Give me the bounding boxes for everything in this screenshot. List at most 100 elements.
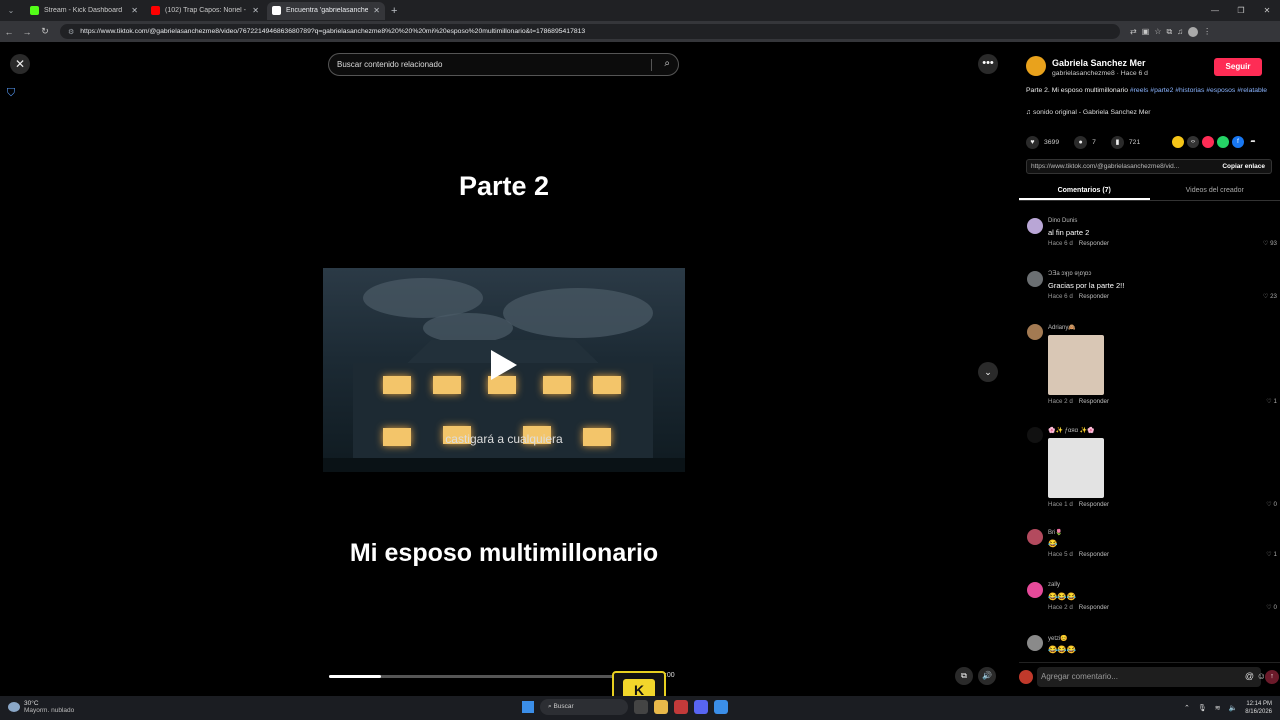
comment-username[interactable]: Bri🌷 [1048,529,1063,536]
music-link[interactable]: ♫ sonido original - Gabriela Sanchez Mer [1026,109,1151,116]
hashtag[interactable]: #relatable [1237,87,1267,94]
site-info-icon[interactable]: ⚙ [68,28,74,36]
coin-icon[interactable] [1172,136,1184,148]
comment-avatar[interactable] [1027,529,1043,545]
windows-start-icon[interactable] [522,701,534,713]
facebook-icon[interactable]: f [1232,136,1244,148]
shield-extension-icon[interactable]: ⛉ [4,87,18,101]
next-video-button[interactable]: ⌄ [978,362,998,382]
comment-like-count: 23 [1270,293,1277,300]
comment-avatar[interactable] [1027,324,1043,340]
play-icon[interactable] [491,350,517,380]
weather-widget[interactable]: 30°C Mayorm. nublado [8,700,74,714]
app-icon[interactable] [674,700,688,714]
maximize-icon[interactable]: ❐ [1228,0,1254,21]
comment-avatar[interactable] [1027,582,1043,598]
pip-icon[interactable]: ⧉ [955,667,973,685]
comment-like-button[interactable]: ♡ 93 [1263,240,1277,247]
browser-tab-tiktok[interactable]: Encuentra 'gabrielasanchezme8 ✕ [267,1,385,20]
close-tab-icon[interactable]: ✕ [131,6,138,15]
reply-button[interactable]: Responder [1079,240,1109,247]
tray-chevron-icon[interactable]: ⌃ [1184,704,1190,712]
extension-icon[interactable]: ▣ [1142,27,1150,36]
search-icon[interactable]: ⌕ [664,58,670,69]
video-thumbnail-house[interactable]: castigará a cualquiera [323,268,685,472]
discord-icon[interactable] [694,700,708,714]
whatsapp-icon[interactable] [1217,136,1229,148]
wifi-icon[interactable]: ≋ [1215,704,1221,712]
file-explorer-icon[interactable] [654,700,668,714]
video-progress-bar[interactable] [329,675,619,678]
comment-username[interactable]: Dino Dunis [1048,218,1077,224]
follow-button[interactable]: Seguir [1214,58,1262,76]
more-options-button[interactable]: ••• [978,54,998,74]
browser-tab-kick[interactable]: Stream - Kick Dashboard ✕ [25,2,143,20]
profile-avatar[interactable] [1188,26,1199,37]
comment-avatar[interactable] [1027,427,1043,443]
bookmark-star-icon[interactable]: ☆ [1154,27,1161,36]
author-avatar[interactable] [1026,56,1046,76]
copy-link-button[interactable]: Copiar enlace [1222,163,1265,170]
volume-icon[interactable]: 🔊 [978,667,996,685]
new-tab-icon[interactable]: + [391,5,397,17]
reload-icon[interactable]: ↻ [36,26,54,37]
tab-creator-videos[interactable]: Videos del creador [1150,181,1280,200]
reply-button[interactable]: Responder [1079,604,1109,611]
browser-tab-youtube[interactable]: (102) Trap Capos: Noriel - Quie ✕ [146,2,264,20]
reply-button[interactable]: Responder [1079,293,1109,300]
close-tab-icon[interactable]: ✕ [373,6,380,15]
comment-like-button[interactable]: ♡ 1 [1266,398,1277,405]
comment-like-button[interactable]: ♡ 23 [1263,293,1277,300]
embed-icon[interactable]: ‹› [1187,136,1199,148]
comment-like-button[interactable]: ♡ 0 [1266,604,1277,611]
close-tab-icon[interactable]: ✕ [252,6,259,15]
share-arrow-icon[interactable]: ➦ [1247,136,1259,148]
comment-like-button[interactable]: ♡ 1 [1266,551,1277,558]
comment-icon[interactable]: ● [1074,136,1088,149]
tab-search-chevron-icon[interactable]: ⌄ [0,6,22,15]
mic-icon[interactable]: 🎙 [1198,704,1207,712]
forward-icon[interactable]: → [18,27,36,37]
related-search-input[interactable]: Buscar contenido relacionado ⌕ [328,53,679,76]
comment-avatar[interactable] [1027,271,1043,287]
send-comment-icon[interactable]: ↑ [1265,670,1279,684]
taskbar-search[interactable]: ⌕ Buscar [540,699,628,715]
reply-button[interactable]: Responder [1079,501,1109,508]
url-bar[interactable]: ⚙ https://www.tiktok.com/@gabrielasanche… [60,24,1120,39]
close-window-icon[interactable]: ✕ [1254,0,1280,21]
clock[interactable]: 12:14 PM 8/16/2026 [1245,700,1272,716]
comment-avatar[interactable] [1027,635,1043,651]
hashtag[interactable]: #historias [1175,87,1204,94]
task-view-icon[interactable] [634,700,648,714]
back-icon[interactable]: ← [0,27,18,37]
heart-icon[interactable]: ♥ [1026,136,1039,149]
comment-avatar[interactable] [1027,218,1043,234]
comment-username[interactable]: Adriany🙈 [1048,324,1076,331]
hashtag[interactable]: #parte2 [1150,87,1173,94]
comment-username[interactable]: ϽƎa ɔʞɿɒ ɘɿɒɿɒɔ [1048,271,1091,277]
send-icon[interactable] [1202,136,1214,148]
video-player[interactable]: Parte 2 castigará a cualquiera Mi esposo… [323,76,685,696]
comment-username[interactable]: zally [1048,582,1060,588]
speaker-icon[interactable]: 🔈 [1229,704,1238,712]
tab-comments[interactable]: Comentarios (7) [1019,181,1150,200]
comment-input[interactable]: Agregar comentario... [1037,667,1261,687]
reply-button[interactable]: Responder [1079,398,1109,405]
mention-icon[interactable]: @ [1245,671,1254,681]
hashtag[interactable]: #esposos [1206,87,1235,94]
close-video-button[interactable]: ✕ [10,54,30,74]
comment-username[interactable]: 🌸✨ ƒαяα ✨🌸 [1048,427,1095,434]
menu-dots-icon[interactable]: ⋮ [1203,27,1211,36]
extensions-puzzle-icon[interactable]: ⧉ [1166,27,1172,37]
reply-button[interactable]: Responder [1079,551,1109,558]
minimize-icon[interactable]: — [1202,0,1228,21]
bookmark-icon[interactable]: ▮ [1110,136,1124,149]
comment-username[interactable]: yetzi😊 [1048,635,1068,642]
translate-icon[interactable]: ⇄ [1130,27,1137,36]
chrome-icon[interactable] [714,700,728,714]
media-icon[interactable]: ♫ [1177,27,1183,36]
music-note-icon: ♫ [1026,109,1033,116]
comment-like-button[interactable]: ♡ 0 [1266,501,1277,508]
hashtag[interactable]: #reels [1130,87,1149,94]
author-name[interactable]: Gabriela Sanchez Mer [1052,58,1146,68]
